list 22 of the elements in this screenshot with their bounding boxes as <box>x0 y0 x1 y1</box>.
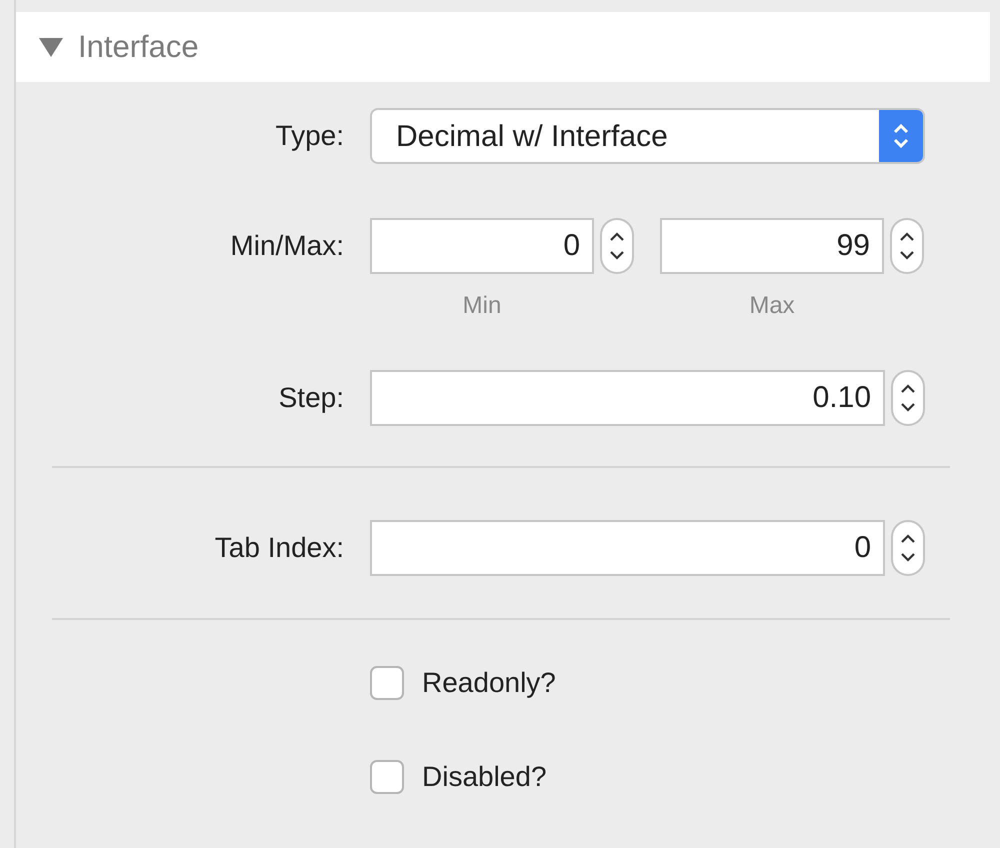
field-caption: Min <box>462 291 502 321</box>
number-field[interactable]: 99 <box>660 218 884 274</box>
section-title: Interface <box>78 28 199 66</box>
section-header[interactable]: Interface <box>16 12 990 82</box>
disclosure-triangle-icon <box>38 36 64 58</box>
number-field[interactable]: 0 <box>370 520 885 576</box>
stepper[interactable] <box>600 218 634 274</box>
field-label: Tab Index: <box>214 531 344 565</box>
checkbox-label: Disabled? <box>422 760 547 794</box>
field-label: Min/Max: <box>230 229 344 263</box>
field-caption: Max <box>749 291 796 321</box>
stepper[interactable] <box>891 370 925 426</box>
stepper[interactable] <box>890 218 924 274</box>
field-label: Step: <box>278 381 344 415</box>
field-label: Type: <box>276 119 344 153</box>
checkbox-label: Readonly? <box>422 666 556 700</box>
number-field[interactable]: 0 <box>370 218 594 274</box>
stepper[interactable] <box>891 520 925 576</box>
number-field[interactable]: 0.10 <box>370 370 885 426</box>
checkbox[interactable] <box>370 666 404 700</box>
type-dropdown[interactable]: Decimal w/ Interface <box>370 108 925 164</box>
checkbox[interactable] <box>370 760 404 794</box>
